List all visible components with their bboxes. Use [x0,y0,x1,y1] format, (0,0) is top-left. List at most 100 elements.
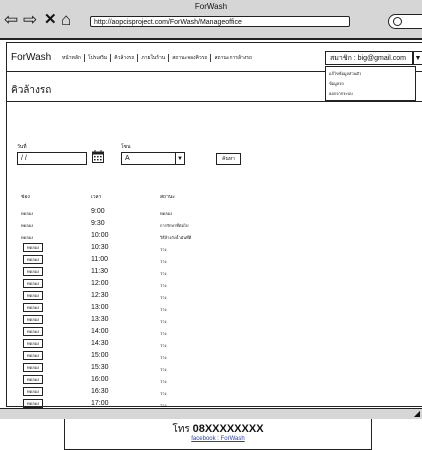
status-cell: การรักษาที่ต่อไป [160,223,189,228]
time-cell: 11:00 [91,256,108,263]
table-row: ทดลอง 9:30 การรักษาที่ต่อไป [7,219,307,231]
status-cell: ว่าง [160,271,167,276]
table-row: ทดลอง 9:00 ทดลอง [7,207,307,219]
search-icon [393,17,402,26]
status-cell: ทดลอง [160,211,173,216]
table-row: ทดลอง 12:00 ว่าง [7,279,307,291]
address-bar[interactable]: http://aopcisproject.com/ForWash/Manageo… [90,16,350,27]
column-header-time: เวลา [91,194,102,200]
status-cell: ว่าง [160,391,167,396]
divider [7,101,422,102]
status-cell: ว่าง [160,319,167,324]
table-row: ทดลอง 13:00 ว่าง [7,303,307,315]
browser-search-field[interactable] [388,14,422,29]
table-row: ทดลอง 10:30 ว่าง [7,243,307,255]
nav-home[interactable]: หน้าหลัก [59,54,84,62]
account-dropdown-menu: แก้ไขข้อมูลส่วนตัว ข้อมูลรถ ออกจากระบบ [325,66,416,101]
table-row: ทดลอง 13:30 ว่าง [7,315,307,327]
calendar-icon[interactable] [92,150,104,163]
status-cell: ว่าง [160,295,167,300]
chevron-down-icon[interactable]: ▼ [175,152,185,165]
status-cell: ว่าง [160,307,167,312]
browser-toolbar: ForWash ⇦ ⇨ ✕ ⌂ http://aopcisproject.com… [0,0,422,40]
forward-arrow-icon[interactable]: ⇨ [23,11,37,28]
slot-cell[interactable]: ทดลอง [23,399,43,408]
page-title: คิวล้างรถ [11,85,52,96]
time-cell: 10:00 [91,232,109,239]
status-cell: ว่าง [160,283,167,288]
slot-cell[interactable]: ทดลอง [23,255,43,264]
main-nav: หน้าหลัก โปรเสริม คิวล้างรถ ภายในร้าน สถ… [59,54,255,62]
slot-cell[interactable]: ทดลอง [23,291,43,300]
menu-item-car-info[interactable]: ข้อมูลรถ [329,79,412,89]
status-cell: ว่าง [160,379,167,384]
status-cell: ว่าง [160,367,167,372]
slot-cell[interactable]: ทดลอง [23,351,43,360]
status-cell: ว่าง [160,259,167,264]
nav-wash-status[interactable]: สถานะการล้างรถ [210,54,255,62]
column-header-slot: ช่อง [21,194,30,200]
table-row: ทดลอง 15:30 ว่าง [7,363,307,375]
status-cell: วิธีล้างถังน้ำมันที่ดี [160,235,192,240]
time-cell: 14:00 [91,328,109,335]
time-cell: 12:00 [91,280,109,287]
home-icon[interactable]: ⌂ [61,11,71,28]
close-icon[interactable]: ✕ [44,11,57,28]
time-cell: 17:00 [91,400,109,407]
slot-cell[interactable]: ทดลอง [23,315,43,324]
time-cell: 16:00 [91,376,109,383]
menu-item-logout[interactable]: ออกจากระบบ [329,89,412,99]
table-row: ทดลอง 16:00 ว่าง [7,375,307,387]
table-row: ทดลอง 14:30 ว่าง [7,339,307,351]
slot-cell[interactable]: ทดลอง [23,387,43,396]
time-cell: 13:00 [91,304,109,311]
status-cell: ว่าง [160,343,167,348]
table-row: ทดลอง 10:00 วิธีล้างถังน้ำมันที่ดี [7,231,307,243]
resize-handle-icon[interactable]: ◢ [414,409,420,418]
slot-cell[interactable]: ทดลอง [23,267,43,276]
slot-cell: ทดลอง [21,235,34,240]
phone-prefix: โทร [172,424,190,435]
time-cell: 13:30 [91,316,109,323]
nav-in-store[interactable]: ภายในร้าน [137,54,168,62]
table-row: ทดลอง 11:00 ว่าง [7,255,307,267]
account-select[interactable]: สมาชิก : big@gmail.com [325,51,413,65]
facebook-link[interactable]: facebook : ForWash [65,436,371,442]
nav-booking-status[interactable]: สถานะจองคิวรถ [168,54,210,62]
table-row: ทดลอง 12:30 ว่าง [7,291,307,303]
chevron-down-icon[interactable]: ▼ [413,51,422,65]
nav-wash-queue[interactable]: คิวล้างรถ [110,54,137,62]
slot-cell[interactable]: ทดลอง [23,303,43,312]
column-header-status: สถานะ [160,194,175,200]
search-button[interactable]: ค้นหา [216,153,241,165]
slot-cell[interactable]: ทดลอง [23,279,43,288]
time-cell: 9:00 [91,208,105,215]
slot-cell[interactable]: ทดลอง [23,375,43,384]
phone-line: โทร 08XXXXXXXX [65,422,371,437]
status-cell: ว่าง [160,355,167,360]
nav-promotions[interactable]: โปรเสริม [83,54,110,62]
slot-cell[interactable]: ทดลอง [23,339,43,348]
time-cell: 15:30 [91,364,109,371]
time-cell: 11:30 [91,268,108,275]
slot-cell[interactable]: ทดลอง [23,243,43,252]
zone-select[interactable]: A [121,152,176,165]
zone-label: โซน [121,144,131,150]
time-cell: 12:30 [91,292,109,299]
phone-number: 08XXXXXXXX [192,423,264,435]
slot-cell: ทดลอง [21,211,34,216]
slot-cell[interactable]: ทดลอง [23,327,43,336]
time-cell: 9:30 [91,220,105,227]
menu-item-edit-profile[interactable]: แก้ไขข้อมูลส่วนตัว [329,69,412,79]
app-window: ForWash หน้าหลัก โปรเสริม คิวล้างรถ ภายใ… [6,42,422,450]
date-field[interactable]: / / [17,152,87,165]
slot-cell: ทดลอง [21,223,34,228]
time-cell: 10:30 [91,244,109,251]
back-arrow-icon[interactable]: ⇦ [4,11,18,28]
table-row: ทดลอง 15:00 ว่าง [7,351,307,363]
time-cell: 15:00 [91,352,109,359]
slot-cell[interactable]: ทดลอง [23,363,43,372]
status-cell: ว่าง [160,247,167,252]
table-row: ทดลอง 14:00 ว่าง [7,327,307,339]
brand-logo[interactable]: ForWash [11,52,51,63]
